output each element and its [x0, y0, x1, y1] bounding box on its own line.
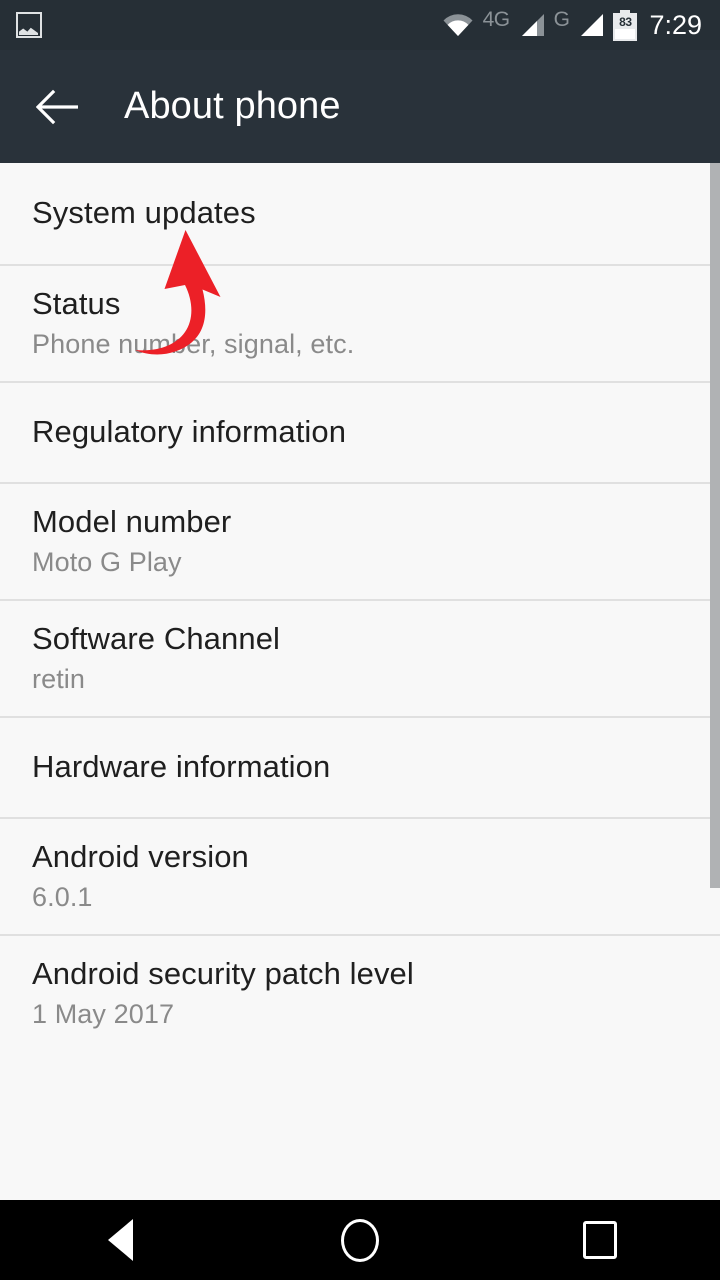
status-bar-right-icons: 4G G 83 7:29 [442, 7, 720, 41]
nav-home-button[interactable] [300, 1200, 420, 1280]
list-item-system-updates[interactable]: System updates [0, 163, 720, 264]
list-item-subtitle: 1 May 2017 [32, 999, 175, 1030]
nav-back-button[interactable] [60, 1200, 180, 1280]
list-item-android-security-patch-level[interactable]: Android security patch level 1 May 2017 [0, 934, 720, 1051]
network-label-4g: 4G [482, 7, 511, 31]
circle-home-icon [341, 1218, 379, 1262]
list-item-regulatory-information[interactable]: Regulatory information [0, 381, 720, 482]
about-phone-list[interactable]: System updates Status Phone number, sign… [0, 163, 720, 1200]
list-item-subtitle: retin [32, 664, 86, 695]
system-navigation-bar [0, 1200, 720, 1280]
list-item-title: Android version [32, 838, 249, 874]
list-item-subtitle: Phone number, signal, etc. [32, 329, 355, 360]
nav-recents-button[interactable] [540, 1200, 660, 1280]
list-item-title: Model number [32, 503, 232, 539]
signal-bars-full-icon [578, 12, 604, 38]
battery-icon: 83 [613, 9, 638, 41]
list-item-title: System updates [32, 195, 256, 231]
action-bar: About phone [0, 50, 720, 163]
page-title: About phone [124, 85, 341, 127]
list-item-title: Android security patch level [32, 955, 414, 991]
phone-screen: 4G G 83 7:29 About phone System updates … [0, 0, 720, 1280]
list-item-model-number[interactable]: Model number Moto G Play [0, 482, 720, 599]
list-item-title: Regulatory information [32, 414, 347, 450]
list-item-title: Software Channel [32, 620, 281, 656]
list-item-hardware-information[interactable]: Hardware information [0, 716, 720, 817]
wifi-icon [442, 13, 474, 37]
list-item-subtitle: 6.0.1 [32, 882, 93, 913]
list-item-status[interactable]: Status Phone number, signal, etc. [0, 264, 720, 381]
triangle-back-icon [107, 1219, 133, 1261]
square-recents-icon [583, 1221, 617, 1259]
screenshot-image-icon [16, 12, 42, 38]
list-item-software-channel[interactable]: Software Channel retin [0, 599, 720, 716]
list-item-title: Status [32, 285, 121, 321]
list-item-title: Hardware information [32, 749, 331, 785]
back-arrow-icon[interactable] [22, 71, 94, 143]
status-bar-left-icons [0, 12, 42, 38]
network-label-g: G [553, 7, 570, 31]
list-item-android-version[interactable]: Android version 6.0.1 [0, 817, 720, 934]
signal-bars-partial-icon [519, 12, 545, 38]
status-bar: 4G G 83 7:29 [0, 0, 720, 50]
list-item-subtitle: Moto G Play [32, 547, 182, 578]
battery-level-label: 83 [619, 14, 632, 29]
status-bar-clock: 7:29 [649, 9, 702, 40]
